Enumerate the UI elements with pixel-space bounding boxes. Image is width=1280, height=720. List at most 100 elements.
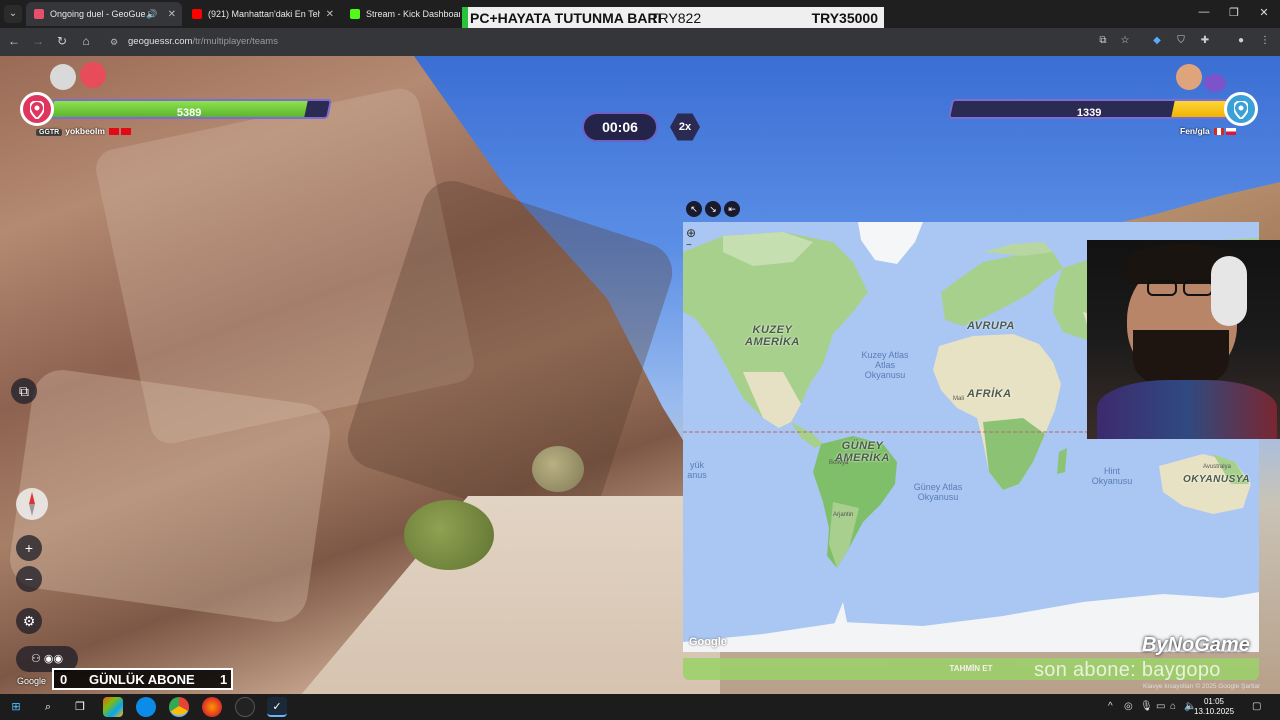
kick-icon [350, 9, 360, 19]
edge-icon[interactable] [136, 697, 156, 717]
forward-icon[interactable]: → [30, 34, 46, 48]
firefox-icon[interactable] [202, 697, 222, 717]
map-label-australia: Avustralya [1203, 464, 1231, 470]
address-bar[interactable]: ⚙ geoguessr.com/tr/multiplayer/teams [100, 31, 1140, 53]
clock-date: 13.10.2025 [1194, 707, 1235, 716]
tab-geoguessr[interactable]: Ongoing duel - GeoGuessr 🔊 ✕ [26, 2, 182, 26]
map-zoom-in-icon[interactable]: ⊕ [686, 226, 702, 240]
banner-current: TRY822 [650, 10, 702, 26]
close-window-icon[interactable]: ✕ [1256, 6, 1272, 19]
sub-counter-left: 0 [60, 672, 68, 687]
minimize-icon[interactable]: — [1196, 6, 1212, 18]
map-label-argentina: Arjantin [833, 512, 854, 518]
map-label-indian-ocean: Hint Okyanusu [1091, 466, 1133, 486]
shield-icon[interactable]: ⛉ [1174, 35, 1188, 46]
windows-start-icon[interactable]: ⊞ [6, 697, 26, 717]
chrome-icon[interactable] [169, 697, 189, 717]
donation-goal-banner: PC+HAYATA TUTUNMA BARI TRY822 TRY35000 [462, 7, 884, 29]
zoom-out-button[interactable]: − [16, 566, 42, 592]
map-label-europe: AVRUPA [967, 320, 1015, 332]
tab-youtube[interactable]: (921) Manhattan'daki En Tehlike ✕ [184, 2, 340, 26]
bush [404, 500, 494, 570]
map-expand-icon[interactable]: ↘ [705, 201, 721, 217]
speaker-icon[interactable]: 🔊 [146, 9, 157, 20]
health-bar: 5389 [47, 99, 333, 119]
microphone-icon[interactable]: 🎙 [1140, 701, 1153, 712]
clock-time: 01:05 [1203, 697, 1225, 706]
health-bar: 1339 [947, 99, 1233, 119]
map-attribution: Klavye kısayolları © 2025 Google Şartlar [1143, 683, 1261, 690]
sub-counter-label: GÜNLÜK ABONE [89, 672, 195, 687]
app-tray-icon[interactable]: ◎ [1124, 701, 1133, 712]
right-team-health: 1339 [947, 92, 1260, 126]
left-team-health: 5389 [20, 92, 333, 126]
map-pin-icon[interactable]: ⇤ [724, 201, 740, 217]
map-size-controls: ↖ ↘ ⇤ [686, 201, 740, 217]
obs-icon[interactable] [235, 697, 255, 717]
tab-title: Ongoing duel - GeoGuessr [50, 9, 146, 19]
youtube-icon [192, 9, 202, 19]
speaker-tray-icon[interactable]: ▭ [1156, 701, 1165, 712]
health-value: 1339 [1076, 107, 1102, 119]
map-label-bolivia: Bolivya [829, 460, 849, 466]
tab-title: Stream - Kick Dashboard [366, 9, 460, 19]
tab-search-button[interactable]: ⌄ [4, 5, 22, 23]
chat-icon[interactable]: ⧉ [11, 378, 37, 404]
notifications-icon[interactable]: ▢ [1252, 701, 1261, 712]
settings-gear-icon[interactable]: ⚙ [16, 608, 42, 634]
game-viewport[interactable]: 5389 GGTR yokbeolm 00:06 2x 1339 Fen/gla … [0, 56, 1280, 694]
restore-icon[interactable]: ❐ [1226, 6, 1242, 19]
compass-icon[interactable] [16, 488, 48, 520]
system-clock[interactable]: 01:05 13.10.2025 [1194, 697, 1234, 717]
right-player-name: Fen/gla [1180, 126, 1237, 136]
task-view-icon[interactable]: ❐ [70, 697, 90, 717]
bush [532, 446, 584, 492]
turkey-flag-icon [121, 128, 132, 136]
reload-icon[interactable]: ↻ [54, 34, 70, 48]
map-shrink-icon[interactable]: ↖ [686, 201, 702, 217]
map-zoom-out-icon[interactable]: − [686, 240, 702, 251]
sub-counter-right: 1 [220, 672, 228, 687]
streamer-hoodie [1097, 380, 1277, 439]
poland-flag-icon [1226, 128, 1237, 136]
menu-kebab-icon[interactable]: ⋮ [1258, 35, 1272, 46]
zoom-in-button[interactable]: + [16, 535, 42, 561]
tab-title: (921) Manhattan'daki En Tehlike [208, 9, 320, 19]
teammate-avatar [80, 62, 106, 88]
install-app-icon[interactable]: ⧉ [1096, 35, 1110, 46]
rock-highlight [6, 366, 334, 626]
map-label-north-america: KUZEY AMERİKA [745, 324, 800, 348]
url-path: /tr/multiplayer/teams [192, 36, 278, 47]
map-label-africa: AFRİKA [967, 388, 1012, 400]
site-info-icon[interactable]: ⚙ [110, 31, 118, 53]
opponent-avatar [1176, 64, 1202, 90]
network-icon[interactable]: ⌂ [1170, 701, 1176, 712]
back-icon[interactable]: ← [6, 34, 22, 48]
steam-icon[interactable]: ✓ [267, 697, 287, 717]
url-domain: geoguessr.com [128, 36, 193, 47]
search-icon[interactable]: ⌕ [38, 697, 58, 717]
tab-bar: ⌄ Ongoing duel - GeoGuessr 🔊 ✕ (921) Man… [0, 0, 1280, 29]
round-timer: 00:06 [582, 112, 658, 142]
clan-tag: GGTR [36, 129, 63, 136]
close-tab-icon[interactable]: ✕ [168, 9, 176, 20]
close-tab-icon[interactable]: ✕ [326, 9, 334, 20]
extensions-puzzle-icon[interactable]: ✚ [1198, 35, 1212, 46]
extension-icon[interactable]: ◆ [1150, 35, 1164, 46]
banner-target: TRY35000 [811, 10, 878, 26]
bookmark-star-icon[interactable]: ☆ [1118, 35, 1132, 46]
browser-toolbar: ← → ↻ ⌂ ⚙ geoguessr.com/tr/multiplayer/t… [0, 28, 1280, 56]
map-label-oceania: OKYANUSYA [1183, 474, 1250, 485]
home-icon[interactable]: ⌂ [78, 34, 94, 48]
map-label-mali: Mali [953, 396, 965, 402]
tray-overflow-icon[interactable]: ^ [1108, 701, 1113, 712]
team-pin-icon [1224, 92, 1258, 126]
profile-avatar-icon[interactable]: ● [1234, 35, 1248, 46]
copilot-icon[interactable] [103, 697, 123, 717]
canada-flag-icon [1214, 128, 1225, 136]
tab-kick[interactable]: Stream - Kick Dashboard [342, 2, 460, 26]
damage-multiplier: 2x [670, 113, 700, 141]
daily-sub-counter: 0 GÜNLÜK ABONE 1 [52, 668, 233, 690]
map-google-logo: Google [689, 636, 727, 648]
banner-accent [462, 7, 468, 29]
